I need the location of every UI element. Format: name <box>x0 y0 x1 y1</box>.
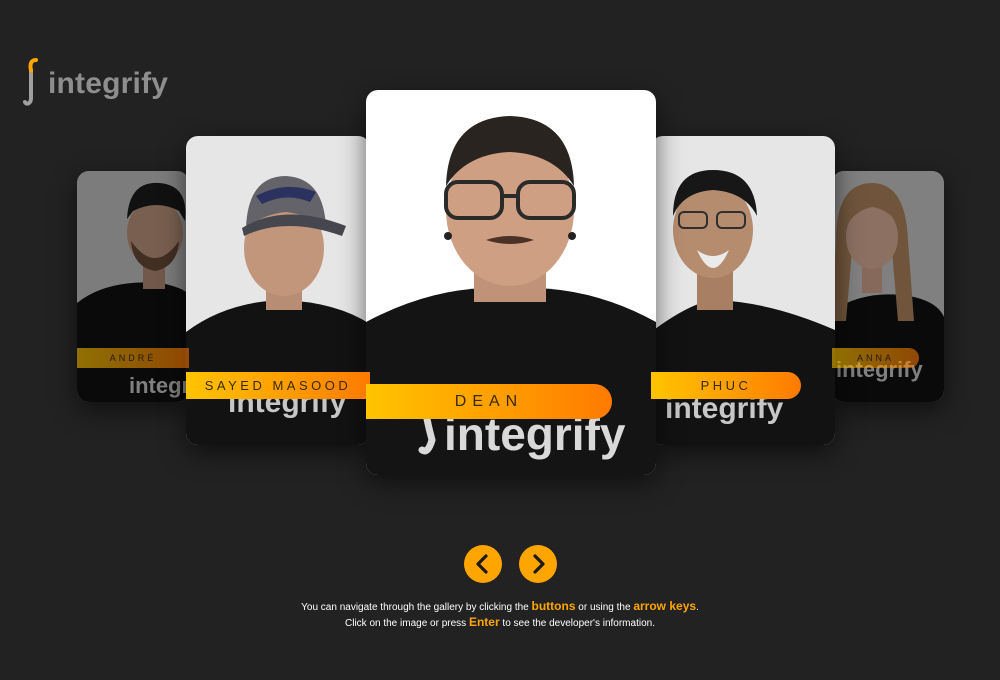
developer-name: Anna <box>832 348 919 368</box>
highlight-arrow-keys: arrow keys <box>633 599 697 613</box>
developer-name: Dean <box>366 384 612 419</box>
chevron-right-icon <box>533 554 545 574</box>
developer-name: Sayed Masood <box>186 372 370 399</box>
help-text: to see the developer's information. <box>502 618 655 629</box>
next-button[interactable] <box>519 545 557 583</box>
chevron-left-icon <box>476 554 488 574</box>
previous-button[interactable] <box>464 545 502 583</box>
help-text: Click on the image or press <box>345 618 467 629</box>
name-banner-sayed-masood: Sayed Masood <box>186 372 370 399</box>
logo-wordmark: integrify <box>48 67 169 100</box>
help-text: You can navigate through the gallery by … <box>301 602 529 613</box>
name-banner-dean: Dean <box>366 384 612 419</box>
developer-name: André <box>77 348 189 368</box>
name-banner-phuc: Phuc <box>651 372 801 399</box>
highlight-enter: Enter <box>468 615 500 629</box>
gallery-page: integrify integrify integrify <box>0 0 1000 680</box>
help-text: or using the <box>578 602 631 613</box>
name-banner-anna: Anna <box>832 348 919 368</box>
help-text-details: Click on the image or press Enter to see… <box>0 615 1000 629</box>
help-text-navigation: You can navigate through the gallery by … <box>0 599 1000 613</box>
integrify-logo: integrify <box>22 56 168 108</box>
shirt-logo-text: integrify <box>129 373 189 398</box>
developer-name: Phuc <box>651 372 801 399</box>
help-text-period: . <box>696 602 699 613</box>
highlight-buttons: buttons <box>531 599 576 613</box>
name-banner-andre: André <box>77 348 189 368</box>
integrify-logo-mark-icon <box>23 58 38 106</box>
